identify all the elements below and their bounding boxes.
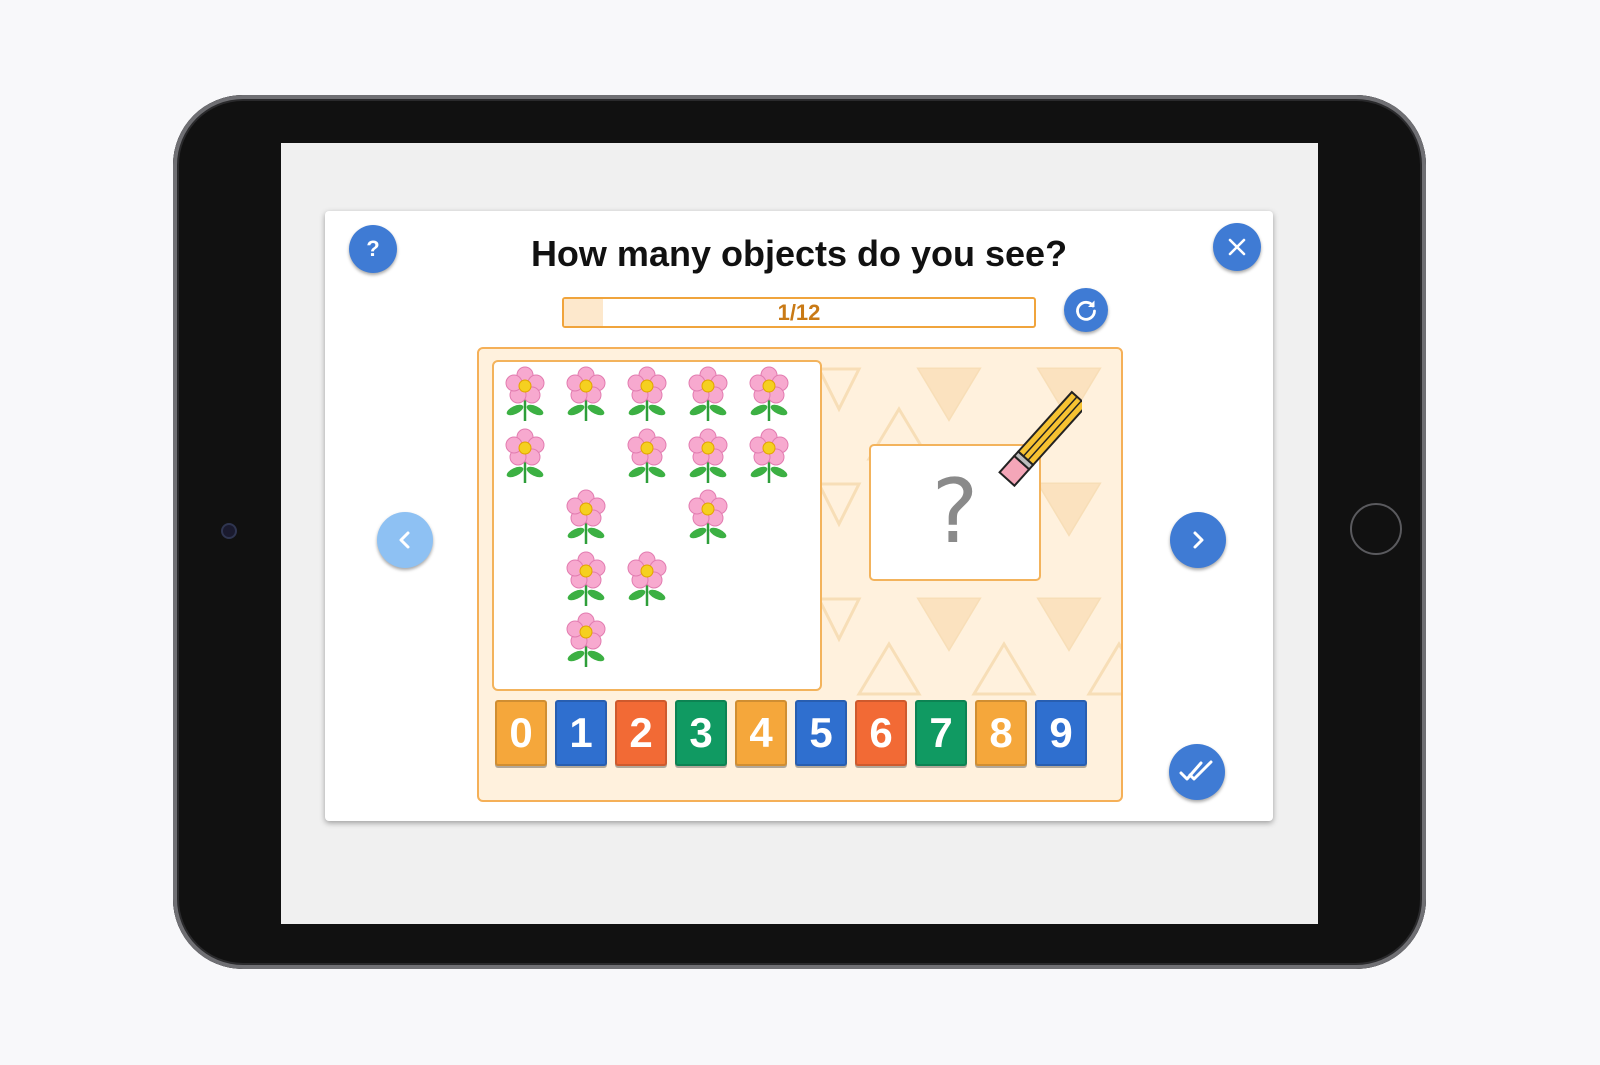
home-button[interactable] xyxy=(1350,503,1402,555)
number-tile-0[interactable]: 0 xyxy=(495,700,547,766)
number-tile-1[interactable]: 1 xyxy=(555,700,607,766)
flower-icon xyxy=(744,427,794,485)
objects-panel xyxy=(492,360,822,691)
camera-icon xyxy=(221,523,237,539)
number-tile-9[interactable]: 9 xyxy=(1035,700,1087,766)
flower-icon xyxy=(561,365,611,423)
number-tile-4[interactable]: 4 xyxy=(735,700,787,766)
chevron-left-icon xyxy=(399,531,410,549)
pencil-icon[interactable] xyxy=(987,389,1082,489)
next-button[interactable] xyxy=(1170,512,1226,568)
check-answer-button[interactable] xyxy=(1169,744,1225,800)
chevron-right-icon xyxy=(1193,531,1204,549)
refresh-button[interactable] xyxy=(1064,288,1108,332)
previous-button[interactable] xyxy=(377,512,433,568)
flower-icon xyxy=(622,427,672,485)
flower-icon xyxy=(622,365,672,423)
flower-icon xyxy=(561,550,611,608)
flower-icon xyxy=(744,365,794,423)
flower-icon xyxy=(500,365,550,423)
flower-icon xyxy=(500,427,550,485)
number-tile-6[interactable]: 6 xyxy=(855,700,907,766)
flower-icon xyxy=(622,550,672,608)
refresh-icon xyxy=(1076,300,1096,321)
number-tile-3[interactable]: 3 xyxy=(675,700,727,766)
flower-icon xyxy=(561,611,611,669)
number-tile-8[interactable]: 8 xyxy=(975,700,1027,766)
progress-counter: 1/12 xyxy=(777,300,821,325)
flower-icon xyxy=(683,427,733,485)
work-area: ? 0123456789 xyxy=(477,347,1123,802)
exercise-card: ? How many objects do you see? 1/12 ? 0 … xyxy=(325,211,1273,821)
flower-icon xyxy=(683,365,733,423)
page-title: How many objects do you see? xyxy=(530,233,1068,274)
number-tile-7[interactable]: 7 xyxy=(915,700,967,766)
double-check-icon xyxy=(1179,760,1213,781)
screen: ? How many objects do you see? 1/12 ? 0 … xyxy=(281,143,1318,924)
close-button[interactable] xyxy=(1213,223,1261,271)
progress-bar: 1/12 xyxy=(562,297,1036,328)
flower-icon xyxy=(561,488,611,546)
close-icon xyxy=(1228,238,1246,256)
number-tile-5[interactable]: 5 xyxy=(795,700,847,766)
flower-icon xyxy=(683,488,733,546)
number-tile-2[interactable]: 2 xyxy=(615,700,667,766)
tablet-frame: ? How many objects do you see? 1/12 ? 0 … xyxy=(173,95,1426,969)
